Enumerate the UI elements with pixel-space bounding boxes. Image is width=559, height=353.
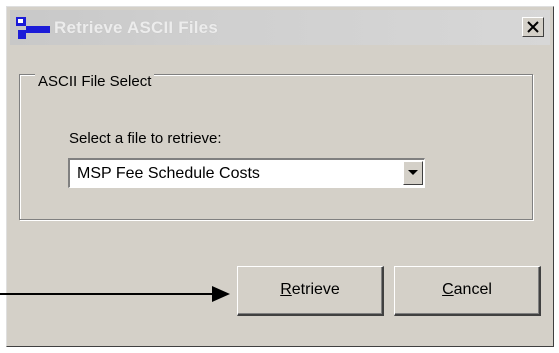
retrieve-label-rest: etrieve — [291, 281, 340, 298]
app-icon — [16, 17, 50, 39]
cancel-button[interactable]: Cancel — [394, 266, 541, 316]
file-select-label: Select a file to retrieve: — [69, 130, 222, 147]
group-legend: ASCII File Select — [35, 73, 155, 90]
cancel-accel-letter: C — [442, 281, 454, 298]
dropdown-button[interactable] — [403, 161, 423, 185]
ascii-file-select-group — [19, 74, 533, 220]
title-bar[interactable]: Retrieve ASCII Files — [10, 10, 550, 45]
file-select-value: MSP Fee Schedule Costs — [77, 165, 260, 182]
cancel-label-rest: ancel — [453, 281, 492, 298]
close-button[interactable] — [522, 17, 544, 37]
arrow-right-icon — [0, 286, 230, 302]
file-select-dropdown[interactable]: MSP Fee Schedule Costs — [68, 158, 425, 188]
retrieve-accel-letter: R — [280, 281, 292, 298]
chevron-down-icon — [408, 170, 418, 175]
retrieve-button[interactable]: Retrieve — [237, 266, 384, 316]
close-icon — [527, 21, 539, 33]
screenshot: Retrieve ASCII Files ASCII File Select S… — [0, 0, 559, 353]
window-title: Retrieve ASCII Files — [54, 18, 218, 37]
